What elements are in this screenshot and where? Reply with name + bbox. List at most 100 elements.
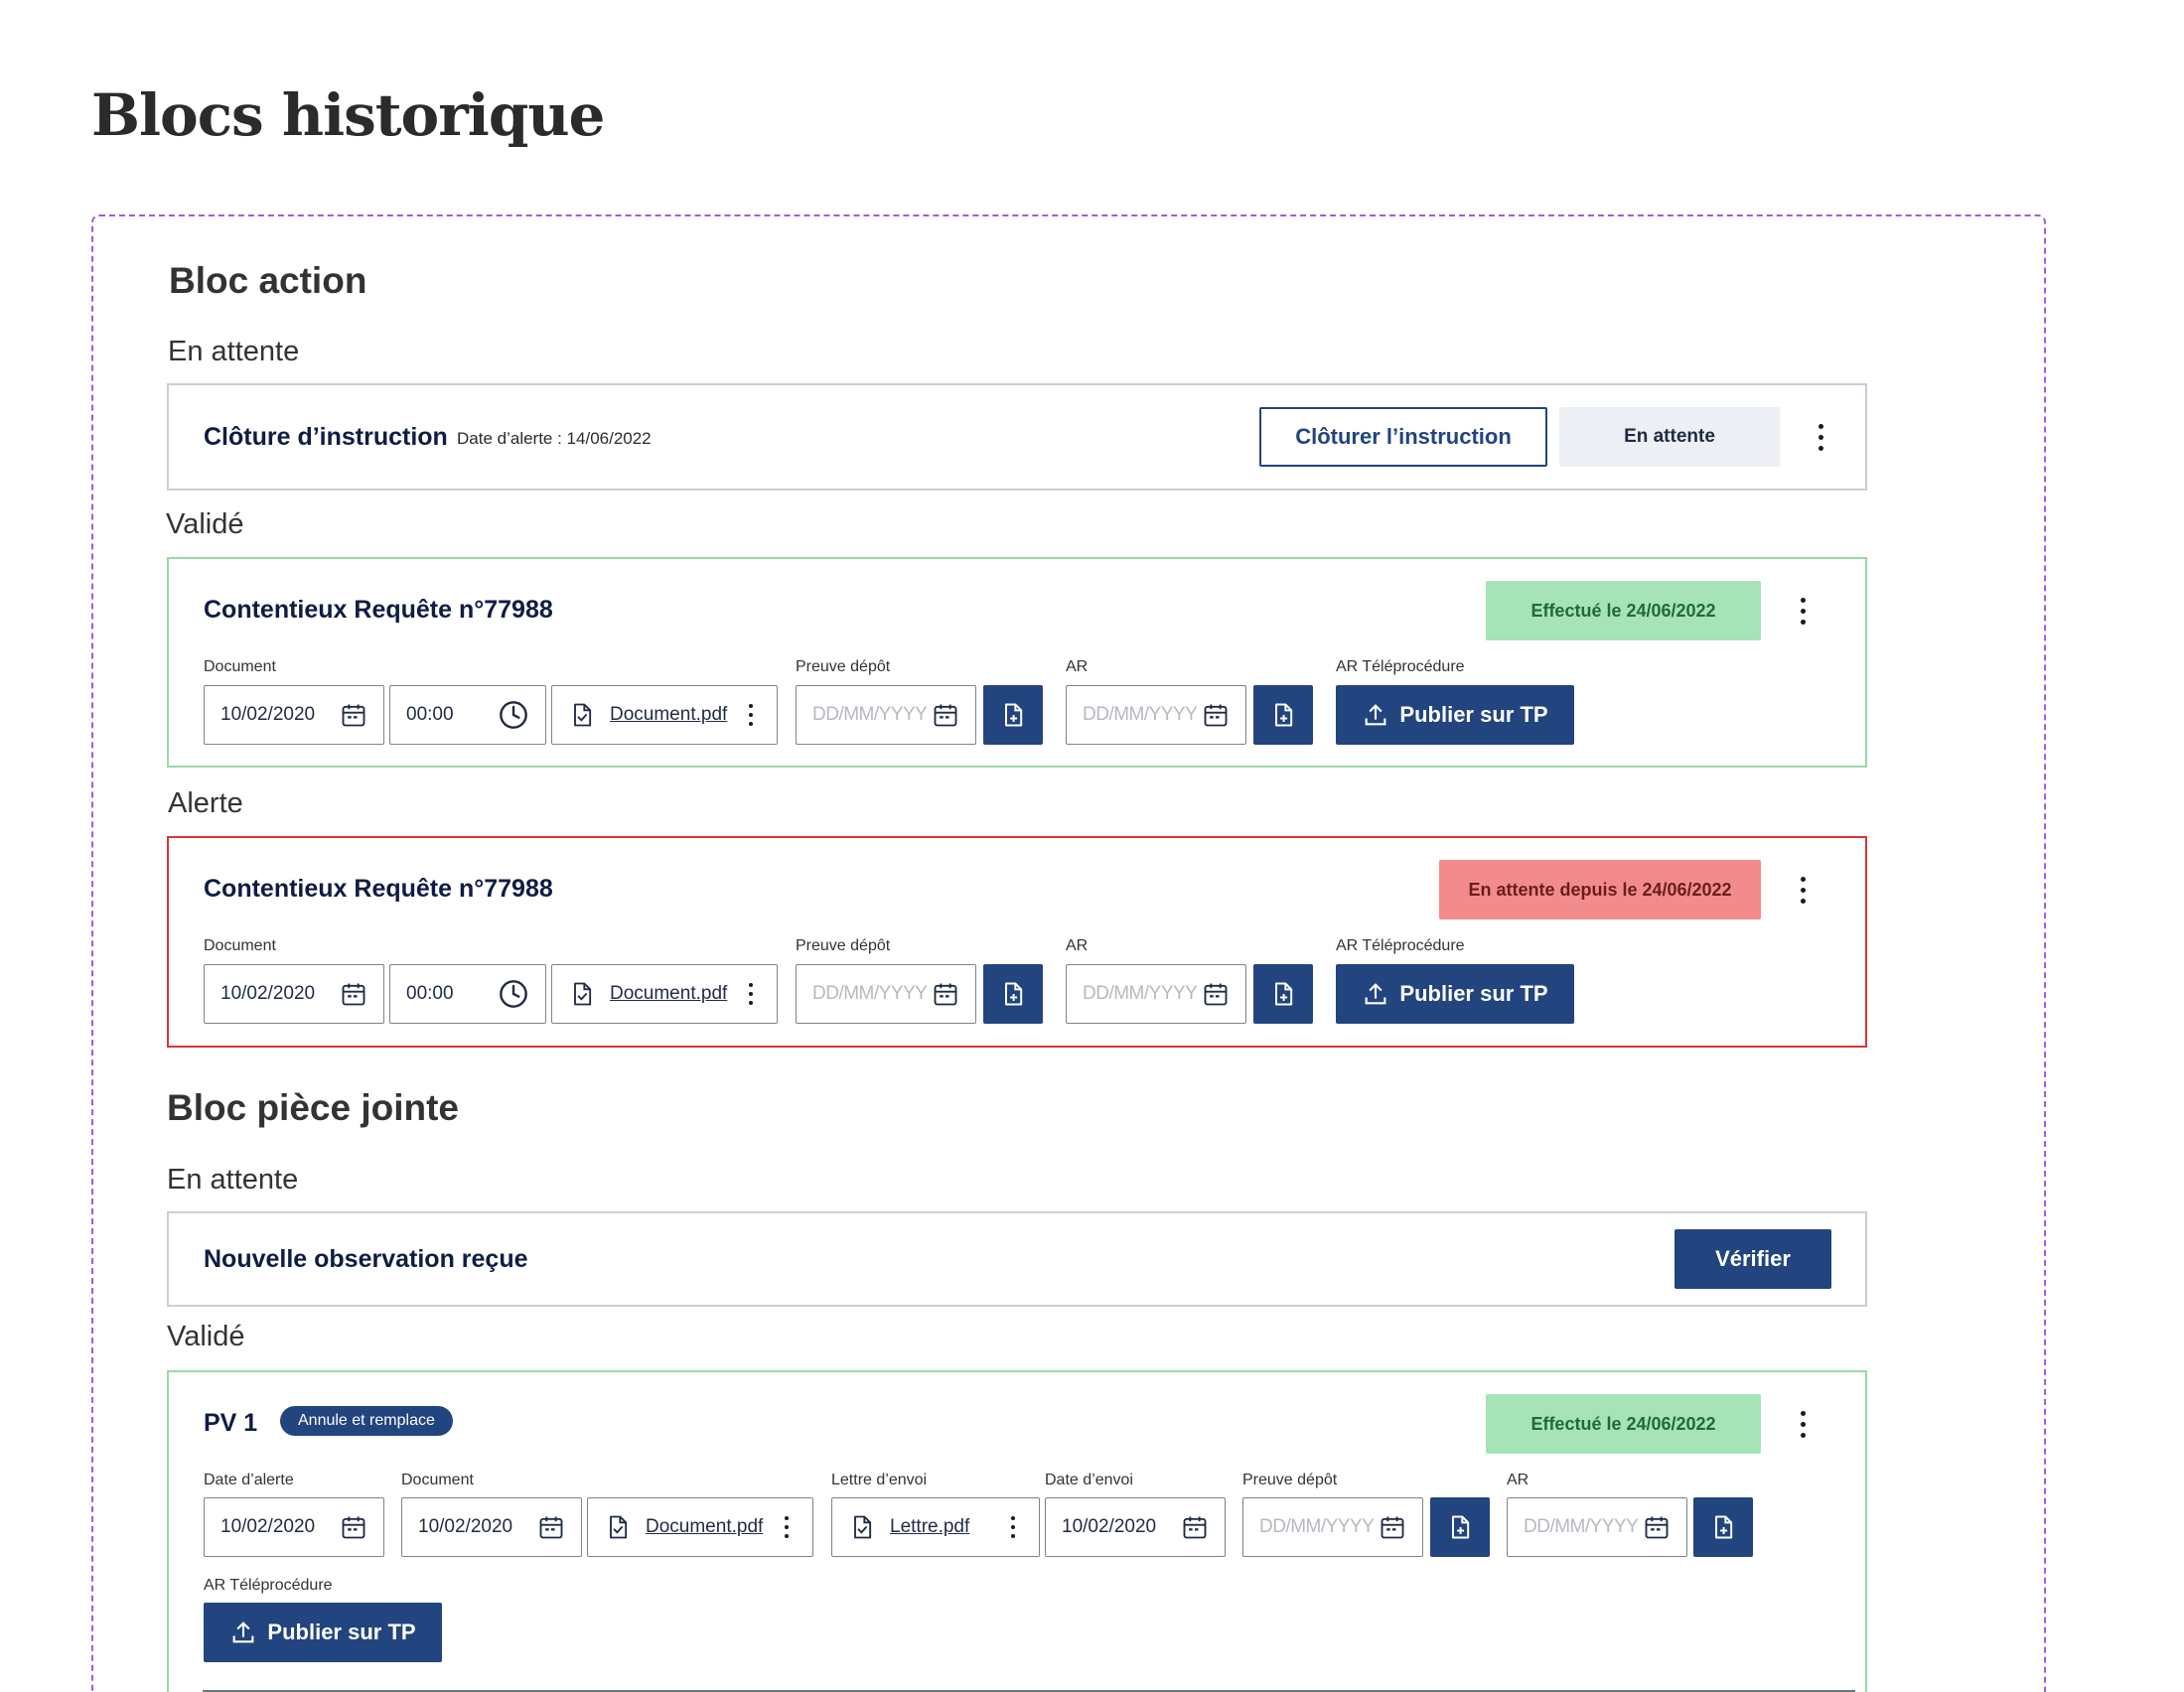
document-date-field[interactable]: 10/02/2020	[204, 964, 384, 1024]
alert-date-label: Date d’alerte	[204, 1472, 294, 1488]
send-date-field[interactable]: 10/02/2020	[1045, 1497, 1226, 1557]
letter-label: Lettre d’envoi	[831, 1472, 928, 1488]
document-file-field[interactable]: Document.pdf	[551, 685, 778, 745]
status-pending-button[interactable]: En attente	[1559, 407, 1780, 467]
letter-file-field[interactable]: Lettre.pdf	[831, 1497, 1040, 1557]
letter-more-options-icon[interactable]	[1003, 1512, 1023, 1542]
close-instruction-button[interactable]: Clôturer l’instruction	[1259, 407, 1547, 467]
proof-add-file-button[interactable]	[1430, 1497, 1490, 1557]
status-badge: Effectué le 24/06/2022	[1486, 1394, 1761, 1454]
file-check-icon	[568, 701, 596, 729]
more-options-icon[interactable]	[1793, 870, 1813, 910]
document-time-field[interactable]: 00:00	[389, 964, 546, 1024]
ar-add-file-button[interactable]	[1253, 964, 1313, 1024]
proof-date-field[interactable]: DD/MM/YYYY	[1242, 1497, 1423, 1557]
calendar-icon[interactable]	[932, 701, 959, 729]
document-date-field[interactable]: 10/02/2020	[401, 1497, 582, 1557]
card-title: Nouvelle observation reçue	[204, 1245, 528, 1273]
ar-tp-label: AR Téléprocédure	[1336, 937, 1465, 954]
proof-label: Preuve dépôt	[1242, 1472, 1338, 1488]
proof-date-placeholder: DD/MM/YYYY	[812, 983, 928, 1004]
file-more-options-icon[interactable]	[741, 700, 761, 730]
document-file-link[interactable]: Document.pdf	[610, 983, 741, 1005]
ar-date-placeholder: DD/MM/YYYY	[1083, 704, 1198, 725]
document-date-value: 10/02/2020	[418, 1516, 513, 1537]
file-check-icon	[568, 980, 596, 1008]
calendar-icon[interactable]	[1202, 980, 1230, 1008]
ar-date-placeholder: DD/MM/YYYY	[1524, 1516, 1639, 1537]
document-file-link[interactable]: Document.pdf	[610, 704, 741, 726]
proof-add-file-button[interactable]	[983, 685, 1043, 745]
clock-icon[interactable]	[498, 978, 529, 1010]
state-label-validated: Validé	[166, 508, 244, 540]
file-add-icon	[1269, 980, 1297, 1008]
publish-tp-button[interactable]: Publier sur TP	[1336, 685, 1574, 745]
calendar-icon[interactable]	[1202, 701, 1230, 729]
document-file-field[interactable]: Document.pdf	[551, 964, 778, 1024]
calendar-icon[interactable]	[340, 701, 367, 729]
document-label: Document	[204, 937, 276, 954]
more-options-icon[interactable]	[1811, 417, 1830, 457]
publish-tp-label: Publier sur TP	[1399, 702, 1548, 727]
date-value: 10/02/2020	[220, 704, 316, 725]
file-more-options-icon[interactable]	[777, 1512, 797, 1542]
calendar-icon[interactable]	[1379, 1513, 1406, 1541]
calendar-icon[interactable]	[537, 1513, 565, 1541]
ar-label: AR	[1066, 937, 1089, 954]
ar-tp-label: AR Téléprocédure	[1336, 658, 1465, 675]
calendar-icon[interactable]	[340, 980, 367, 1008]
more-options-icon[interactable]	[1793, 1404, 1813, 1444]
document-label: Document	[401, 1472, 474, 1488]
replaces-tag: Annule et remplace	[280, 1406, 453, 1436]
ar-date-placeholder: DD/MM/YYYY	[1083, 983, 1198, 1004]
calendar-icon[interactable]	[932, 980, 959, 1008]
page-title: Blocs historique	[91, 81, 605, 149]
publish-tp-button[interactable]: Publier sur TP	[1336, 964, 1574, 1024]
file-more-options-icon[interactable]	[741, 979, 761, 1009]
proof-label: Preuve dépôt	[796, 937, 891, 954]
file-add-icon	[999, 701, 1027, 729]
document-label: Document	[204, 658, 276, 675]
clock-icon[interactable]	[498, 699, 529, 731]
verify-button[interactable]: Vérifier	[1674, 1229, 1831, 1289]
file-check-icon	[604, 1513, 632, 1541]
proof-date-field[interactable]: DD/MM/YYYY	[796, 685, 976, 745]
card-title: Contentieux Requête n°77988	[204, 875, 553, 903]
ar-add-file-button[interactable]	[1253, 685, 1313, 745]
more-options-icon[interactable]	[1793, 591, 1813, 631]
bloc-action-title: Bloc action	[169, 260, 367, 301]
status-badge: Effectué le 24/06/2022	[1486, 581, 1761, 640]
ar-date-field[interactable]: DD/MM/YYYY	[1066, 685, 1246, 745]
file-add-icon	[1269, 701, 1297, 729]
calendar-icon[interactable]	[1181, 1513, 1209, 1541]
ar-tp-label: AR Téléprocédure	[204, 1577, 333, 1594]
calendar-icon[interactable]	[340, 1513, 367, 1541]
upload-icon	[1362, 980, 1389, 1008]
publish-tp-button[interactable]: Publier sur TP	[204, 1603, 442, 1662]
upload-icon	[1362, 701, 1389, 729]
document-file-link[interactable]: Document.pdf	[646, 1516, 777, 1538]
document-date-field[interactable]: 10/02/2020	[204, 685, 384, 745]
proof-date-field[interactable]: DD/MM/YYYY	[796, 964, 976, 1024]
ar-date-field[interactable]: DD/MM/YYYY	[1066, 964, 1246, 1024]
document-time-field[interactable]: 00:00	[389, 685, 546, 745]
publish-tp-label: Publier sur TP	[267, 1620, 416, 1644]
ar-date-field[interactable]: DD/MM/YYYY	[1507, 1497, 1687, 1557]
attachment-card-pending: Nouvelle observation reçue Vérifier	[167, 1211, 1867, 1307]
proof-date-placeholder: DD/MM/YYYY	[812, 704, 928, 725]
card-title: Clôture d’instruction	[204, 423, 448, 451]
letter-file-link[interactable]: Lettre.pdf	[890, 1516, 1003, 1538]
action-card-validated: Contentieux Requête n°77988 Effectué le …	[167, 557, 1867, 768]
alert-date-field[interactable]: 10/02/2020	[204, 1497, 384, 1557]
document-file-field[interactable]: Document.pdf	[587, 1497, 813, 1557]
card-title: Contentieux Requête n°77988	[204, 596, 553, 624]
send-date-value: 10/02/2020	[1062, 1516, 1157, 1537]
state-label-pending: En attente	[167, 1164, 299, 1196]
proof-add-file-button[interactable]	[983, 964, 1043, 1024]
bloc-piece-jointe-title: Bloc pièce jointe	[167, 1087, 460, 1128]
calendar-icon[interactable]	[1643, 1513, 1671, 1541]
ar-add-file-button[interactable]	[1693, 1497, 1753, 1557]
file-add-icon	[1446, 1513, 1474, 1541]
ar-label: AR	[1066, 658, 1089, 675]
attachment-card-validated: PV 1 Annule et remplace Effectué le 24/0…	[167, 1370, 1867, 1692]
